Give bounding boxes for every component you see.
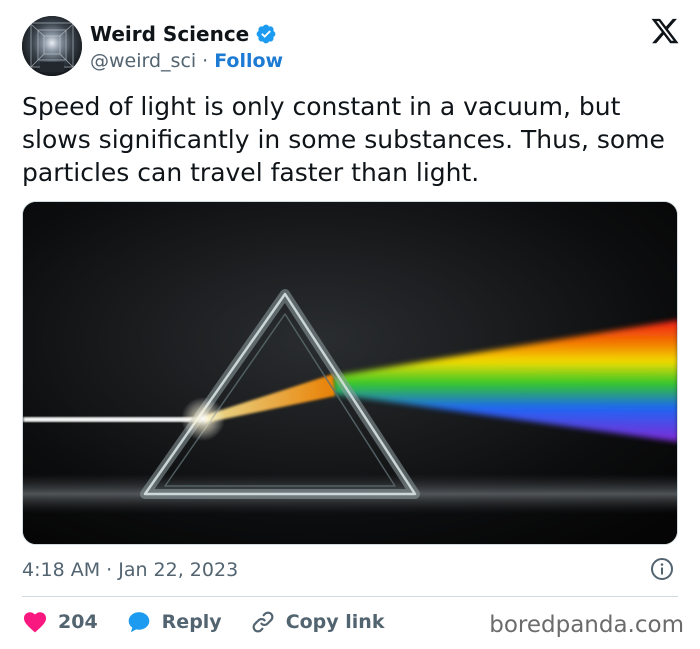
like-button[interactable]: 204	[22, 609, 98, 635]
copy-link-label: Copy link	[285, 611, 385, 633]
tweet-text: Speed of light is only constant in a vac…	[22, 92, 665, 187]
like-count: 204	[58, 611, 98, 633]
watermark: boredpanda.com	[489, 612, 684, 638]
handle[interactable]: @weird_sci	[90, 50, 196, 72]
reply-button[interactable]: Reply	[126, 609, 222, 635]
speech-bubble-icon	[128, 612, 149, 633]
follow-button[interactable]: Follow	[214, 50, 283, 72]
heart-icon	[23, 612, 47, 633]
divider	[22, 596, 678, 597]
timestamp[interactable]: 4:18 AM · Jan 22, 2023	[22, 559, 238, 581]
tweet-header: Weird Science @weird_sci · Follow	[22, 16, 682, 80]
info-icon[interactable]	[650, 557, 674, 581]
link-icon	[252, 611, 274, 633]
verified-badge-icon	[256, 24, 276, 44]
display-name[interactable]: Weird Science	[90, 22, 249, 46]
copy-link-button[interactable]: Copy link	[250, 609, 385, 635]
prism-image	[23, 202, 677, 544]
avatar[interactable]	[22, 16, 82, 76]
x-logo-icon[interactable]	[650, 16, 680, 46]
name-line: Weird Science	[90, 22, 277, 46]
handle-line: @weird_sci · Follow	[90, 50, 283, 72]
tweet-meta: 4:18 AM · Jan 22, 2023	[22, 557, 678, 583]
tweet-image[interactable]	[22, 201, 678, 545]
separator-dot: ·	[202, 50, 209, 72]
tunnel-avatar-icon	[22, 16, 82, 76]
reply-label: Reply	[161, 611, 222, 633]
